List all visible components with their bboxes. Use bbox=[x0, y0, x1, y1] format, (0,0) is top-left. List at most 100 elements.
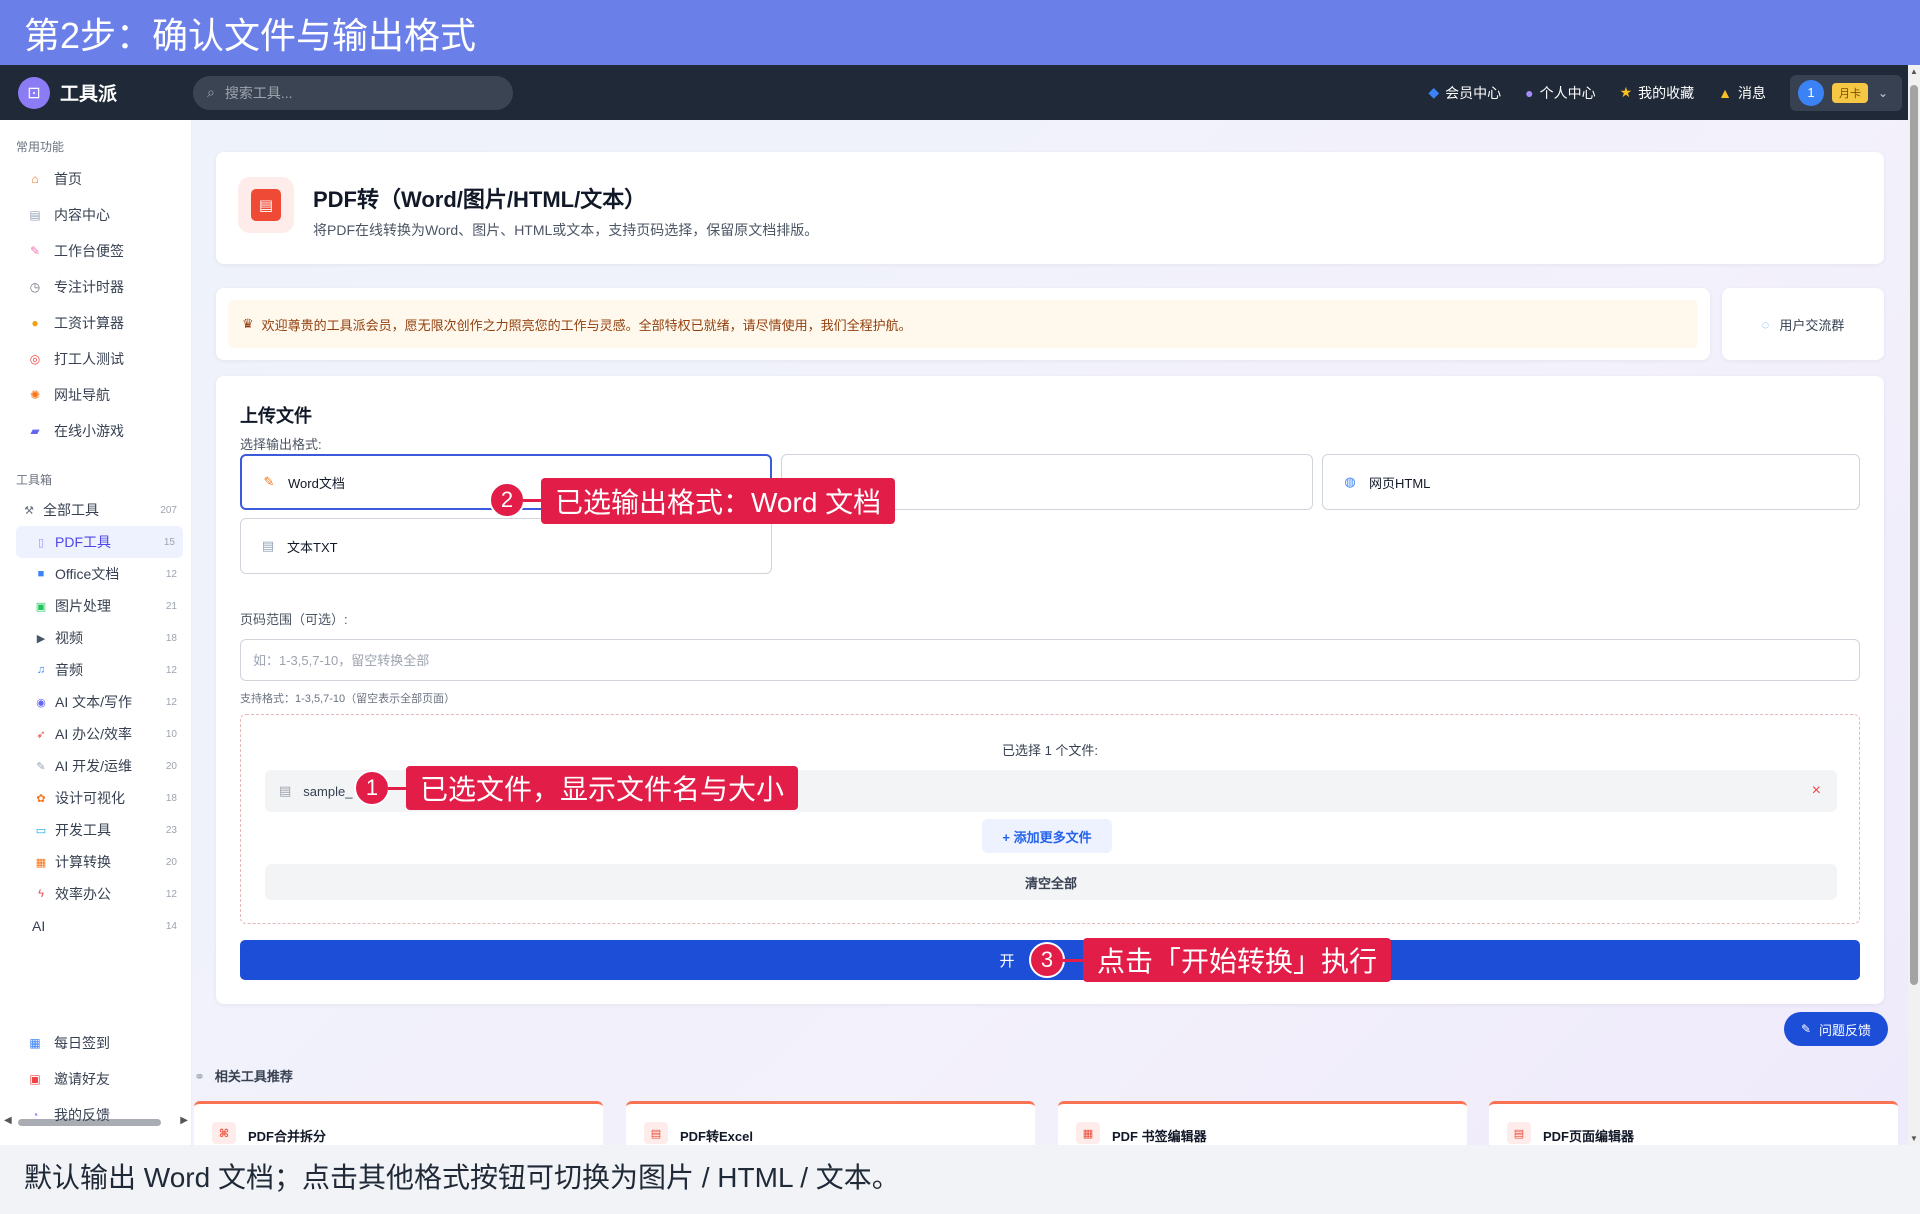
related-tool-card[interactable]: ⌘ PDF合并拆分 bbox=[194, 1101, 603, 1145]
sidebar-item-games[interactable]: ▰ 在线小游戏 bbox=[0, 413, 191, 449]
music-icon: ♫ bbox=[36, 664, 46, 676]
section-label-common: 常用功能 bbox=[16, 140, 65, 154]
edit-icon: ✎ bbox=[1800, 1022, 1812, 1036]
sidebar-item-efficiency[interactable]: ϟ 效率办公 12 bbox=[0, 878, 191, 910]
sidebar-item-office[interactable]: ■ Office文档 12 bbox=[0, 558, 191, 590]
sidebar-item-salary[interactable]: ● 工资计算器 bbox=[0, 305, 191, 341]
callout-start: 点击「开始转换」执行 bbox=[1083, 938, 1392, 982]
tier-badge: 月卡 bbox=[1832, 82, 1868, 103]
sidebar-item-label: PDF工具 bbox=[55, 534, 111, 550]
sidebar-item-design[interactable]: ✿ 设计可视化 18 bbox=[0, 782, 191, 814]
scroll-down-arrow-icon[interactable]: ▼ bbox=[1910, 1134, 1918, 1143]
nav-vip-center[interactable]: ◆ 会员中心 bbox=[1428, 83, 1501, 103]
sidebar-item-ai-writing[interactable]: ◉ AI 文本/写作 12 bbox=[0, 686, 191, 718]
clear-all-button[interactable]: 清空全部 bbox=[265, 864, 1837, 900]
related-tool-label: PDF 书签编辑器 bbox=[1112, 1129, 1207, 1144]
tools-icon: ⚒ bbox=[24, 504, 34, 517]
format-html-button[interactable]: ◍ 网页HTML bbox=[1322, 454, 1860, 510]
sidebar-item-label: 在线小游戏 bbox=[54, 423, 124, 439]
page-range-input[interactable] bbox=[240, 639, 1860, 681]
rocket-icon: ➶ bbox=[36, 728, 46, 741]
chevron-down-icon: ⌄ bbox=[1878, 85, 1889, 100]
nav-favorites[interactable]: ★ 我的收藏 bbox=[1620, 83, 1695, 103]
sidebar-item-label: AI bbox=[32, 918, 46, 934]
sidebar-item-home[interactable]: ⌂ 首页 bbox=[0, 161, 191, 197]
count-badge: 23 bbox=[165, 824, 177, 836]
sidebar-item-image[interactable]: ▣ 图片处理 21 bbox=[0, 590, 191, 622]
format-label-text: 文本TXT bbox=[287, 539, 338, 555]
sidebar-item-devtools[interactable]: ▭ 开发工具 23 bbox=[0, 814, 191, 846]
file-name: sample_ bbox=[303, 783, 353, 799]
brand-logo[interactable]: ⊡ 工具派 bbox=[18, 76, 117, 109]
feedback-button[interactable]: ✎ 问题反馈 bbox=[1784, 1012, 1888, 1046]
sidebar-item-checkin[interactable]: ▦ 每日签到 bbox=[0, 1025, 192, 1061]
sidebar-item-test[interactable]: ◎ 打工人测试 bbox=[0, 341, 191, 377]
sidebar-item-label: 视频 bbox=[55, 630, 83, 646]
sidebar-item-label: 工作台便签 bbox=[54, 243, 124, 259]
related-label: 相关工具推荐 bbox=[214, 1069, 293, 1084]
file-drop-zone[interactable]: 已选择 1 个文件: ▤ sample_ × + 添加更多文件 清空全部 bbox=[240, 714, 1860, 924]
sidebar-item-audio[interactable]: ♫ 音频 12 bbox=[0, 654, 191, 686]
money-bag-icon: ● bbox=[31, 316, 39, 330]
count-badge: 18 bbox=[165, 632, 177, 644]
sidebar-item-label: Office文档 bbox=[55, 566, 120, 582]
sidebar-item-feedback[interactable]: ◔ 我的反馈 bbox=[0, 1097, 192, 1133]
scrollbar-thumb[interactable] bbox=[1910, 85, 1918, 985]
upload-heading: 上传文件 bbox=[240, 406, 312, 426]
count-badge: 207 bbox=[160, 504, 177, 516]
nav-messages[interactable]: ▲ 消息 bbox=[1718, 83, 1766, 103]
link-icon: ⚭ bbox=[194, 1069, 205, 1084]
image-icon: ▣ bbox=[35, 600, 47, 613]
sidebar-item-ai[interactable]: AI 14 bbox=[0, 910, 191, 942]
user-menu[interactable]: 1 月卡 ⌄ bbox=[1790, 74, 1902, 111]
star-icon: ★ bbox=[1619, 84, 1633, 100]
add-more-files-button[interactable]: + 添加更多文件 bbox=[982, 819, 1112, 853]
nav-profile[interactable]: ● 个人中心 bbox=[1525, 83, 1595, 103]
count-badge: 12 bbox=[165, 664, 177, 676]
sidebar-item-notes[interactable]: ✎ 工作台便签 bbox=[0, 233, 191, 269]
format-txt-button[interactable]: ▤ 文本TXT bbox=[240, 518, 772, 574]
sidebar-item-label: 图片处理 bbox=[55, 598, 111, 614]
sidebar-item-ai-dev[interactable]: ✎ AI 开发/运维 20 bbox=[0, 750, 191, 782]
upload-card: 上传文件 选择输出格式: ✎ Word文档 ◍ 网页HTML ▤ 文本TXT 页码范围… bbox=[216, 376, 1884, 1004]
bell-icon: ▲ bbox=[1718, 84, 1732, 101]
related-tools-heading: ⚭ 相关工具推荐 bbox=[192, 1066, 293, 1085]
remove-file-button[interactable]: × bbox=[1812, 782, 1821, 800]
sidebar-item-all-tools[interactable]: ⚒ 全部工具 207 bbox=[0, 494, 191, 526]
related-tool-card[interactable]: ▤ PDF页面编辑器 bbox=[1489, 1101, 1898, 1145]
sidebar-item-content[interactable]: ▤ 内容中心 bbox=[0, 197, 191, 233]
monitor-icon: ▭ bbox=[35, 824, 47, 837]
related-tool-card[interactable]: ▦ PDF 书签编辑器 bbox=[1058, 1101, 1467, 1145]
callout-connector bbox=[523, 499, 543, 502]
sidebar-item-timer[interactable]: ◷ 专注计时器 bbox=[0, 269, 191, 305]
sidebar-item-calc[interactable]: ▦ 计算转换 20 bbox=[0, 846, 191, 878]
sidebar-item-ai-office[interactable]: ➶ AI 办公/效率 10 bbox=[0, 718, 191, 750]
file-icon: ▤ bbox=[279, 783, 292, 798]
range-label: 页码范围（可选）: bbox=[240, 612, 348, 627]
search-input[interactable] bbox=[224, 84, 485, 101]
sidebar-item-video[interactable]: ▶ 视频 18 bbox=[0, 622, 191, 654]
page-icon: ▤ bbox=[1507, 1122, 1531, 1144]
sidebar-item-pdf[interactable]: ▯ PDF工具 15 bbox=[16, 526, 183, 558]
sidebar-item-nav[interactable]: ✺ 网址导航 bbox=[0, 377, 191, 413]
sidebar-item-invite[interactable]: ▣ 邀请好友 bbox=[0, 1061, 192, 1097]
sidebar-item-label: AI 开发/运维 bbox=[55, 758, 133, 774]
sidebar-item-label: 专注计时器 bbox=[54, 279, 124, 295]
search-box[interactable]: ⌕ bbox=[193, 75, 514, 110]
globe-icon: ◍ bbox=[1344, 474, 1356, 489]
scroll-up-arrow-icon[interactable]: ▲ bbox=[1910, 67, 1918, 76]
user-group-button[interactable]: ◌ 用户交流群 bbox=[1722, 288, 1884, 360]
count-badge: 20 bbox=[165, 760, 177, 772]
chat-bubble-icon: ◌ bbox=[1761, 316, 1770, 332]
welcome-banner: ♛ 欢迎尊贵的工具派会员，愿无限次创作之力照亮您的工作与灵感。全部特权已就绪，请尽… bbox=[216, 288, 1710, 360]
sidebar-item-label: 网址导航 bbox=[54, 387, 110, 403]
count-badge: 12 bbox=[165, 888, 177, 900]
sidebar-item-label: 全部工具 bbox=[43, 502, 99, 518]
text-file-icon: ▤ bbox=[261, 538, 275, 553]
group-label: 用户交流群 bbox=[1779, 317, 1845, 333]
page-vertical-scrollbar[interactable]: ▲ ▼ bbox=[1908, 65, 1920, 1145]
count-badge: 18 bbox=[165, 792, 177, 804]
sidebar-item-label: 设计可视化 bbox=[55, 790, 125, 806]
related-tool-card[interactable]: ▤ PDF转Excel bbox=[626, 1101, 1035, 1145]
sidebar-item-label: 音频 bbox=[55, 662, 83, 678]
